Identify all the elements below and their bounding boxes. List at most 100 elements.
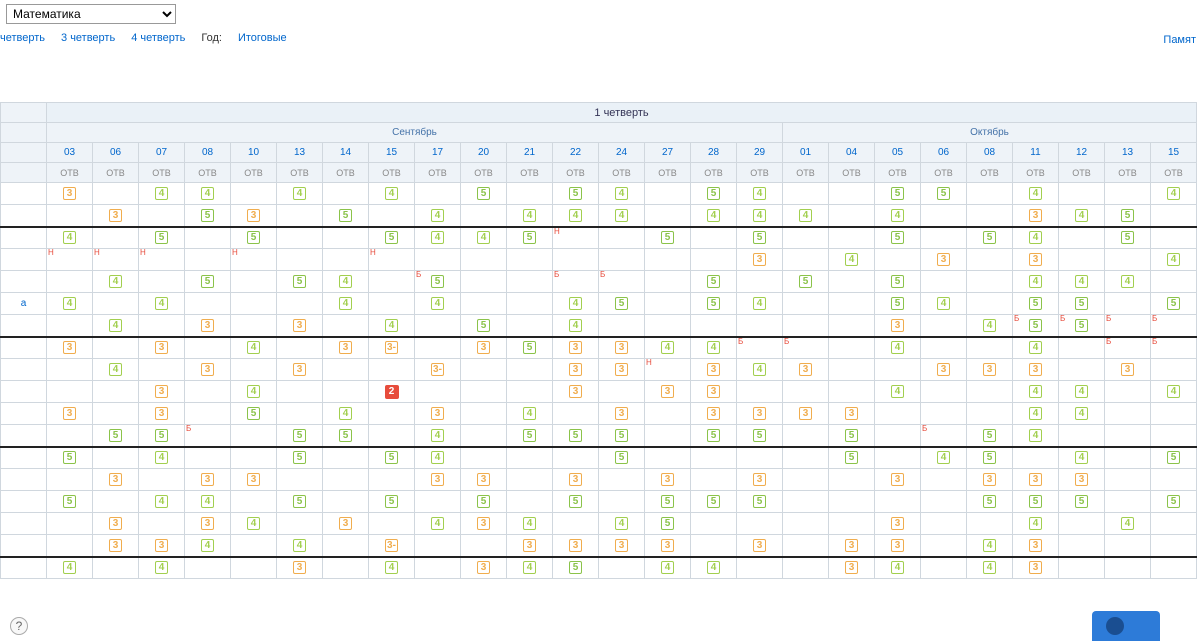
cell[interactable] <box>1151 535 1197 557</box>
cell[interactable] <box>829 513 875 535</box>
row-label[interactable]: а <box>1 293 47 315</box>
cell[interactable]: 3 <box>185 513 231 535</box>
cell[interactable] <box>1151 227 1197 249</box>
day-col-24[interactable]: 24 <box>599 143 645 163</box>
cell[interactable] <box>369 425 415 447</box>
cell[interactable]: 3 <box>415 403 461 425</box>
grade-cell[interactable]: 4 <box>247 341 260 354</box>
cell[interactable]: 5 <box>921 183 967 205</box>
cell[interactable]: 3 <box>691 359 737 381</box>
cell[interactable] <box>461 425 507 447</box>
cell[interactable]: Б5 <box>1059 315 1105 337</box>
cell[interactable] <box>1059 535 1105 557</box>
cell[interactable]: 5 <box>507 337 553 359</box>
cell[interactable] <box>185 337 231 359</box>
cell[interactable]: 5 <box>185 271 231 293</box>
cell[interactable]: 3 <box>553 535 599 557</box>
cell[interactable]: 3 <box>93 535 139 557</box>
grade-cell[interactable]: 4 <box>109 319 122 332</box>
cell[interactable]: 4 <box>461 227 507 249</box>
cell[interactable] <box>1105 183 1151 205</box>
cell[interactable] <box>231 359 277 381</box>
cell[interactable]: 4 <box>599 513 645 535</box>
day-col-12[interactable]: 12 <box>1059 143 1105 163</box>
cell[interactable] <box>139 205 185 227</box>
cell[interactable] <box>277 337 323 359</box>
cell[interactable] <box>507 271 553 293</box>
grade-cell[interactable]: 3 <box>569 473 582 486</box>
grade-cell[interactable]: 5 <box>569 495 582 508</box>
grade-cell[interactable]: 3- <box>385 539 398 552</box>
cell[interactable] <box>277 469 323 491</box>
cell[interactable] <box>783 183 829 205</box>
cell[interactable]: 4 <box>1151 381 1197 403</box>
grade-cell[interactable]: 3 <box>523 539 536 552</box>
cell[interactable] <box>921 535 967 557</box>
cell[interactable] <box>1105 425 1151 447</box>
grade-cell[interactable]: 4 <box>201 187 214 200</box>
row-label[interactable] <box>1 359 47 381</box>
cell[interactable] <box>1151 557 1197 579</box>
cell[interactable]: 5 <box>737 227 783 249</box>
cell[interactable] <box>47 315 93 337</box>
cell[interactable]: 3 <box>323 337 369 359</box>
cell[interactable] <box>599 557 645 579</box>
cell[interactable] <box>875 425 921 447</box>
grade-cell[interactable]: 3 <box>891 517 904 530</box>
cell[interactable] <box>967 205 1013 227</box>
cell[interactable]: 4 <box>277 183 323 205</box>
row-label[interactable] <box>1 381 47 403</box>
cell[interactable] <box>93 381 139 403</box>
grade-cell[interactable]: 5 <box>385 231 398 244</box>
cell[interactable] <box>921 271 967 293</box>
grade-cell[interactable]: 3 <box>109 209 122 222</box>
cell[interactable] <box>1105 249 1151 271</box>
cell[interactable] <box>323 183 369 205</box>
grade-cell[interactable]: 3 <box>661 385 674 398</box>
grade-cell[interactable]: 4 <box>1029 385 1042 398</box>
cell[interactable]: 5 <box>691 293 737 315</box>
cell[interactable]: 5 <box>967 447 1013 469</box>
grade-cell[interactable]: 5 <box>385 495 398 508</box>
grade-cell[interactable]: 3 <box>891 473 904 486</box>
grade-cell[interactable]: 5 <box>707 275 720 288</box>
cell[interactable]: 3 <box>645 469 691 491</box>
grade-cell[interactable]: 3 <box>477 517 490 530</box>
grade-cell[interactable]: 4 <box>155 451 168 464</box>
cell[interactable] <box>507 491 553 513</box>
cell[interactable]: 4 <box>415 447 461 469</box>
cell[interactable]: 5 <box>369 447 415 469</box>
cell[interactable]: 3- <box>415 359 461 381</box>
grade-cell[interactable]: 5 <box>385 451 398 464</box>
cell[interactable]: 5 <box>1105 227 1151 249</box>
row-label[interactable] <box>1 183 47 205</box>
cell[interactable]: 4 <box>507 557 553 579</box>
cell[interactable] <box>93 447 139 469</box>
cell[interactable] <box>875 403 921 425</box>
grade-cell[interactable]: 5 <box>753 495 766 508</box>
cell[interactable] <box>47 359 93 381</box>
cell[interactable]: 4 <box>93 315 139 337</box>
cell[interactable] <box>645 249 691 271</box>
cell[interactable] <box>231 315 277 337</box>
cell[interactable] <box>829 469 875 491</box>
chat-tab[interactable] <box>1092 611 1160 641</box>
day-col-10[interactable]: 10 <box>231 143 277 163</box>
cell[interactable] <box>875 491 921 513</box>
cell[interactable] <box>1105 403 1151 425</box>
grade-cell[interactable]: 4 <box>615 517 628 530</box>
cell[interactable] <box>415 491 461 513</box>
cell[interactable] <box>921 469 967 491</box>
cell[interactable] <box>783 315 829 337</box>
cell[interactable] <box>921 337 967 359</box>
cell[interactable]: 4 <box>1013 425 1059 447</box>
cell[interactable]: 5 <box>47 491 93 513</box>
grade-cell[interactable]: 5 <box>707 495 720 508</box>
cell[interactable]: 5 <box>1059 491 1105 513</box>
grade-cell[interactable]: 4 <box>753 297 766 310</box>
grade-cell[interactable]: 3 <box>477 561 490 574</box>
cell[interactable] <box>277 513 323 535</box>
grade-cell[interactable]: 3 <box>431 473 444 486</box>
cell[interactable] <box>139 469 185 491</box>
cell[interactable]: 5 <box>645 513 691 535</box>
